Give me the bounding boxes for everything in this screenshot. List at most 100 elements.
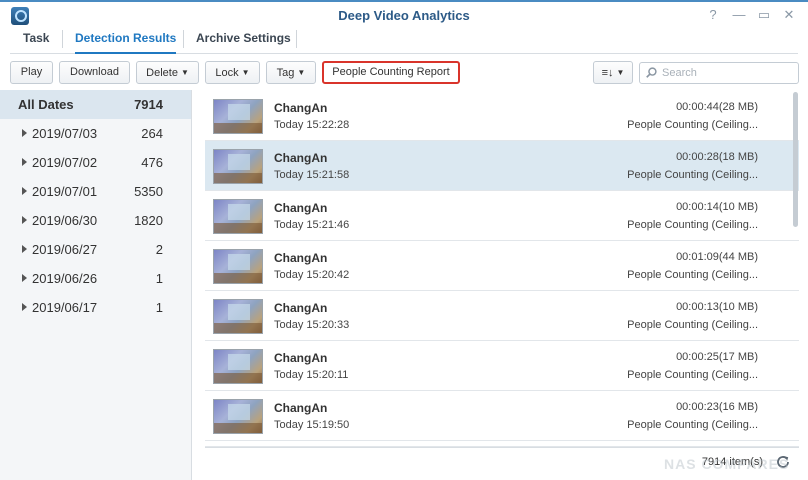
chevron-down-icon: ▼ bbox=[180, 68, 189, 77]
sidebar-item-count: 5350 bbox=[134, 184, 163, 199]
scrollbar-thumb[interactable] bbox=[793, 92, 798, 227]
title-bar: Deep Video Analytics ? — ▭ ✕ bbox=[0, 0, 808, 28]
close-icon[interactable]: ✕ bbox=[781, 7, 797, 23]
result-timestamp: Today 15:19:50 bbox=[274, 419, 350, 431]
result-duration: 00:00:28(18 MB) bbox=[676, 151, 758, 163]
result-duration: 00:00:44(28 MB) bbox=[676, 101, 758, 113]
result-camera-name: ChangAn bbox=[274, 301, 328, 315]
result-type: People Counting (Ceiling... bbox=[627, 269, 758, 281]
lock-button[interactable]: Lock ▼ bbox=[205, 61, 260, 84]
minimize-icon[interactable]: — bbox=[731, 7, 747, 23]
sidebar-item-count: 1 bbox=[155, 300, 163, 315]
date-sidebar: All Dates 7914 2019/07/03 264 2019/07/02… bbox=[0, 90, 192, 480]
result-duration: 00:00:14(10 MB) bbox=[676, 201, 758, 213]
result-duration: 00:00:25(17 MB) bbox=[676, 351, 758, 363]
video-thumbnail[interactable] bbox=[213, 99, 263, 134]
sidebar-item-count: 264 bbox=[141, 126, 163, 141]
sidebar-item-date[interactable]: 2019/06/17 1 bbox=[0, 293, 191, 321]
tab-divider bbox=[296, 30, 297, 48]
expand-arrow-icon[interactable] bbox=[22, 303, 27, 311]
maximize-icon[interactable]: ▭ bbox=[756, 7, 772, 23]
result-type: People Counting (Ceiling... bbox=[627, 419, 758, 431]
sidebar-item-date[interactable]: 2019/07/02 476 bbox=[0, 148, 191, 176]
delete-button[interactable]: Delete ▼ bbox=[136, 61, 199, 84]
sidebar-item-label: 2019/06/26 bbox=[32, 271, 98, 286]
expand-arrow-icon[interactable] bbox=[22, 158, 27, 166]
tag-label: Tag bbox=[276, 67, 295, 79]
result-row[interactable]: ChangAn Today 15:21:58 00:00:28(18 MB) P… bbox=[205, 141, 799, 191]
chevron-down-icon: ▼ bbox=[241, 68, 250, 77]
video-thumbnail[interactable] bbox=[213, 299, 263, 334]
sidebar-item-date[interactable]: 2019/06/30 1820 bbox=[0, 206, 191, 234]
sidebar-item-count: 2 bbox=[155, 242, 163, 257]
sidebar-item-date[interactable]: 2019/07/01 5350 bbox=[0, 177, 191, 205]
result-timestamp: Today 15:21:46 bbox=[274, 219, 350, 231]
result-row[interactable]: ChangAn Today 15:22:28 00:00:44(28 MB) P… bbox=[205, 91, 799, 141]
result-camera-name: ChangAn bbox=[274, 101, 328, 115]
play-button[interactable]: Play bbox=[10, 61, 53, 84]
tag-button[interactable]: Tag ▼ bbox=[266, 61, 316, 84]
watermark-text: NAS COMPARES bbox=[664, 456, 790, 472]
sidebar-item-all-dates[interactable]: All Dates 7914 bbox=[0, 90, 191, 119]
sort-button[interactable]: ≡↓ ▼ bbox=[593, 61, 633, 84]
result-type: People Counting (Ceiling... bbox=[627, 219, 758, 231]
result-camera-name: ChangAn bbox=[274, 351, 328, 365]
sidebar-item-label: All Dates bbox=[18, 97, 74, 112]
sidebar-item-count: 1820 bbox=[134, 213, 163, 228]
lock-label: Lock bbox=[215, 67, 239, 79]
sidebar-item-count: 476 bbox=[141, 155, 163, 170]
result-timestamp: Today 15:21:58 bbox=[274, 169, 350, 181]
tab-divider bbox=[62, 30, 63, 48]
expand-arrow-icon[interactable] bbox=[22, 216, 27, 224]
sidebar-item-date[interactable]: 2019/06/27 2 bbox=[0, 235, 191, 263]
result-camera-name: ChangAn bbox=[274, 401, 328, 415]
help-icon[interactable]: ? bbox=[705, 7, 721, 23]
result-camera-name: ChangAn bbox=[274, 201, 328, 215]
sidebar-item-label: 2019/06/27 bbox=[32, 242, 98, 257]
result-type: People Counting (Ceiling... bbox=[627, 369, 758, 381]
results-list: ChangAn Today 15:22:28 00:00:44(28 MB) P… bbox=[205, 91, 799, 447]
expand-arrow-icon[interactable] bbox=[22, 245, 27, 253]
sidebar-item-label: 2019/06/17 bbox=[32, 300, 98, 315]
video-thumbnail[interactable] bbox=[213, 149, 263, 184]
result-row[interactable]: ChangAn Today 15:21:46 00:00:14(10 MB) P… bbox=[205, 191, 799, 241]
delete-label: Delete bbox=[146, 67, 178, 79]
tab-divider bbox=[183, 30, 184, 48]
sort-icon: ≡↓ bbox=[601, 67, 614, 79]
result-timestamp: Today 15:20:11 bbox=[274, 369, 349, 381]
result-row[interactable]: ChangAn Today 15:20:11 00:00:25(17 MB) P… bbox=[205, 341, 799, 391]
video-thumbnail[interactable] bbox=[213, 349, 263, 384]
tab-task[interactable]: Task bbox=[23, 28, 49, 54]
result-duration: 00:00:23(16 MB) bbox=[676, 401, 758, 413]
result-row[interactable]: ChangAn Today 15:20:33 00:00:13(10 MB) P… bbox=[205, 291, 799, 341]
video-thumbnail[interactable] bbox=[213, 199, 263, 234]
video-thumbnail[interactable] bbox=[213, 249, 263, 284]
tab-bar: Task Detection Results Archive Settings bbox=[10, 28, 798, 54]
expand-arrow-icon[interactable] bbox=[22, 129, 27, 137]
result-duration: 00:00:13(10 MB) bbox=[676, 301, 758, 313]
result-type: People Counting (Ceiling... bbox=[627, 319, 758, 331]
download-button[interactable]: Download bbox=[59, 61, 130, 84]
result-timestamp: Today 15:22:28 bbox=[274, 119, 350, 131]
sidebar-item-label: 2019/07/01 bbox=[32, 184, 98, 199]
result-type: People Counting (Ceiling... bbox=[627, 169, 758, 181]
sidebar-item-date[interactable]: 2019/07/03 264 bbox=[0, 119, 191, 147]
people-counting-report-button[interactable]: People Counting Report bbox=[322, 61, 460, 84]
result-row[interactable]: ChangAn Today 15:19:50 00:00:23(16 MB) P… bbox=[205, 391, 799, 441]
tab-archive-settings[interactable]: Archive Settings bbox=[196, 28, 291, 54]
sidebar-item-date[interactable]: 2019/06/26 1 bbox=[0, 264, 191, 292]
tab-detection-results[interactable]: Detection Results bbox=[75, 28, 177, 54]
video-thumbnail[interactable] bbox=[213, 399, 263, 434]
sidebar-item-label: 2019/07/03 bbox=[32, 126, 98, 141]
sidebar-item-count: 1 bbox=[155, 271, 163, 286]
search-box[interactable] bbox=[639, 62, 799, 84]
expand-arrow-icon[interactable] bbox=[22, 274, 27, 282]
result-timestamp: Today 15:20:42 bbox=[274, 269, 350, 281]
expand-arrow-icon[interactable] bbox=[22, 187, 27, 195]
search-input[interactable] bbox=[662, 65, 794, 81]
window-title: Deep Video Analytics bbox=[338, 8, 470, 23]
result-duration: 00:01:09(44 MB) bbox=[676, 251, 758, 263]
result-row[interactable]: ChangAn Today 15:20:42 00:01:09(44 MB) P… bbox=[205, 241, 799, 291]
result-timestamp: Today 15:20:33 bbox=[274, 319, 350, 331]
result-type: People Counting (Ceiling... bbox=[627, 119, 758, 131]
